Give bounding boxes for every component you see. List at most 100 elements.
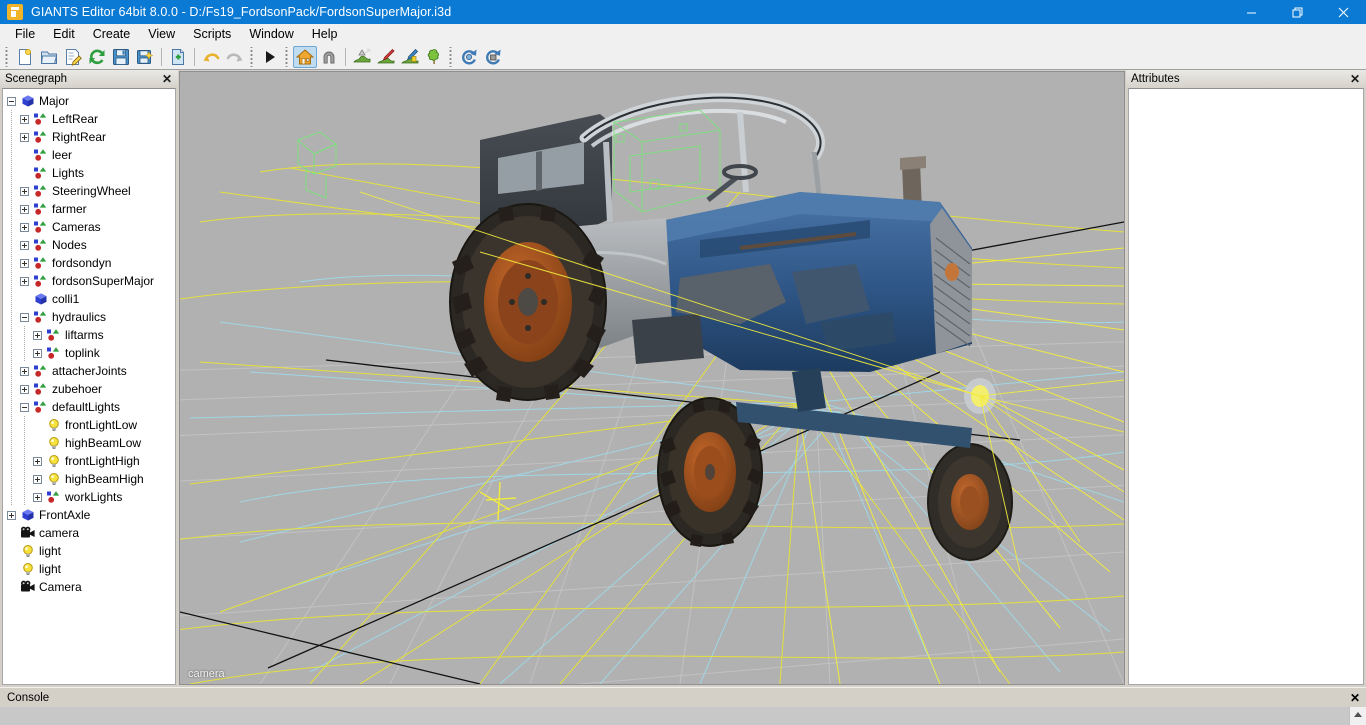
expand-icon[interactable] [31, 452, 44, 470]
refresh-textures-icon[interactable] [481, 46, 505, 68]
tree-indent [5, 362, 18, 380]
save-icon[interactable] [109, 46, 133, 68]
tree-node-nodes[interactable]: Nodes [3, 236, 175, 254]
expand-icon[interactable] [18, 110, 31, 128]
tree-node-leftrear[interactable]: LeftRear [3, 110, 175, 128]
edit-document-icon[interactable] [61, 46, 85, 68]
tree-node-zubehoer[interactable]: zubehoer [3, 380, 175, 398]
tree-leaf-spacer [5, 542, 18, 560]
tree-node-farmer[interactable]: farmer [3, 200, 175, 218]
attributes-body[interactable] [1128, 88, 1364, 685]
tree-node-colli1[interactable]: colli1 [3, 290, 175, 308]
add-page-icon[interactable] [166, 46, 190, 68]
transform-icon [44, 344, 63, 362]
expand-icon[interactable] [18, 254, 31, 272]
tree-node-light[interactable]: light [3, 542, 175, 560]
new-file-icon[interactable] [13, 46, 37, 68]
scroll-up-icon[interactable] [1354, 712, 1362, 717]
scenegraph-close-icon[interactable]: ✕ [160, 73, 174, 85]
tree-node-defaultlights[interactable]: defaultLights [3, 398, 175, 416]
minimize-button[interactable] [1228, 0, 1274, 24]
attributes-close-icon[interactable]: ✕ [1348, 73, 1362, 85]
tree-node-frontlighthigh[interactable]: frontLightHigh [3, 452, 175, 470]
toolbar-grip[interactable] [448, 46, 455, 67]
scenegraph-body[interactable]: Major LeftRear RightRear leer Lights Steering… [2, 88, 176, 685]
menu-create[interactable]: Create [84, 24, 140, 44]
magnet-icon[interactable] [317, 46, 341, 68]
collapse-icon[interactable] [18, 398, 31, 416]
terrain-detail-icon[interactable] [398, 46, 422, 68]
expand-icon[interactable] [18, 128, 31, 146]
home-icon[interactable] [293, 45, 317, 68]
tree-node-frontlightlow[interactable]: frontLightLow [3, 416, 175, 434]
tree-node-worklights[interactable]: workLights [3, 488, 175, 506]
tree-indent [5, 110, 18, 128]
tree-node-camera[interactable]: camera [3, 524, 175, 542]
tree-node-cameras[interactable]: Cameras [3, 218, 175, 236]
tree-node-highbeamhigh[interactable]: highBeamHigh [3, 470, 175, 488]
tree-indent [5, 146, 18, 164]
expand-icon[interactable] [18, 272, 31, 290]
expand-icon[interactable] [31, 344, 44, 362]
terrain-sculpt-icon[interactable] [350, 46, 374, 68]
reload-icon[interactable] [85, 46, 109, 68]
maximize-restore-button[interactable] [1274, 0, 1320, 24]
tree-indent [5, 254, 18, 272]
foliage-icon[interactable] [422, 46, 446, 68]
expand-icon[interactable] [31, 488, 44, 506]
expand-icon[interactable] [18, 362, 31, 380]
viewport-render [180, 72, 1124, 684]
close-button[interactable] [1320, 0, 1366, 24]
tree-node-label: colli1 [52, 292, 80, 306]
tree-node-liftarms[interactable]: liftarms [3, 326, 175, 344]
tree-node-leer[interactable]: leer [3, 146, 175, 164]
toolbar-grip[interactable] [4, 46, 11, 67]
tree-node-fordsondyn[interactable]: fordsondyn [3, 254, 175, 272]
console-body[interactable] [0, 707, 1366, 725]
tree-node-major[interactable]: Major [3, 92, 175, 110]
expand-icon[interactable] [5, 506, 18, 524]
terrain-paint-icon[interactable] [374, 46, 398, 68]
save-as-icon[interactable] [133, 46, 157, 68]
collapse-icon[interactable] [18, 308, 31, 326]
menu-scripts[interactable]: Scripts [184, 24, 240, 44]
tree-node-camera[interactable]: Camera [3, 578, 175, 596]
scenegraph-tree[interactable]: Major LeftRear RightRear leer Lights Steering… [3, 89, 175, 596]
play-icon[interactable] [258, 46, 282, 68]
menu-file[interactable]: File [6, 24, 44, 44]
tree-node-highbeamlow[interactable]: highBeamLow [3, 434, 175, 452]
scenegraph-panel: Scenegraph ✕ Major LeftRear RightRear leer L… [0, 70, 178, 687]
expand-icon[interactable] [18, 200, 31, 218]
redo-icon[interactable] [223, 46, 247, 68]
expand-icon[interactable] [31, 326, 44, 344]
console-scrollbar[interactable] [1349, 707, 1366, 725]
expand-icon[interactable] [18, 236, 31, 254]
refresh-shaders-icon[interactable] [457, 46, 481, 68]
tree-node-rightrear[interactable]: RightRear [3, 128, 175, 146]
menu-view[interactable]: View [139, 24, 184, 44]
collapse-icon[interactable] [5, 92, 18, 110]
menu-edit[interactable]: Edit [44, 24, 84, 44]
expand-icon[interactable] [31, 470, 44, 488]
tree-node-toplink[interactable]: toplink [3, 344, 175, 362]
tree-node-steeringwheel[interactable]: SteeringWheel [3, 182, 175, 200]
menu-window[interactable]: Window [240, 24, 302, 44]
menu-help[interactable]: Help [303, 24, 347, 44]
tree-node-lights[interactable]: Lights [3, 164, 175, 182]
expand-icon[interactable] [18, 380, 31, 398]
scenegraph-header: Scenegraph ✕ [0, 70, 178, 88]
open-folder-icon[interactable] [37, 46, 61, 68]
tree-leaf-spacer [18, 164, 31, 182]
tree-node-light[interactable]: light [3, 560, 175, 578]
tree-node-frontaxle[interactable]: FrontAxle [3, 506, 175, 524]
tree-node-hydraulics[interactable]: hydraulics [3, 308, 175, 326]
expand-icon[interactable] [18, 182, 31, 200]
console-close-icon[interactable]: ✕ [1350, 691, 1360, 705]
tree-node-attacherjoints[interactable]: attacherJoints [3, 362, 175, 380]
viewport-3d[interactable]: camera [179, 71, 1125, 685]
tree-node-fordsonsupermajor[interactable]: fordsonSuperMajor [3, 272, 175, 290]
toolbar-grip[interactable] [249, 46, 256, 67]
toolbar-grip[interactable] [284, 46, 291, 67]
undo-icon[interactable] [199, 46, 223, 68]
expand-icon[interactable] [18, 218, 31, 236]
